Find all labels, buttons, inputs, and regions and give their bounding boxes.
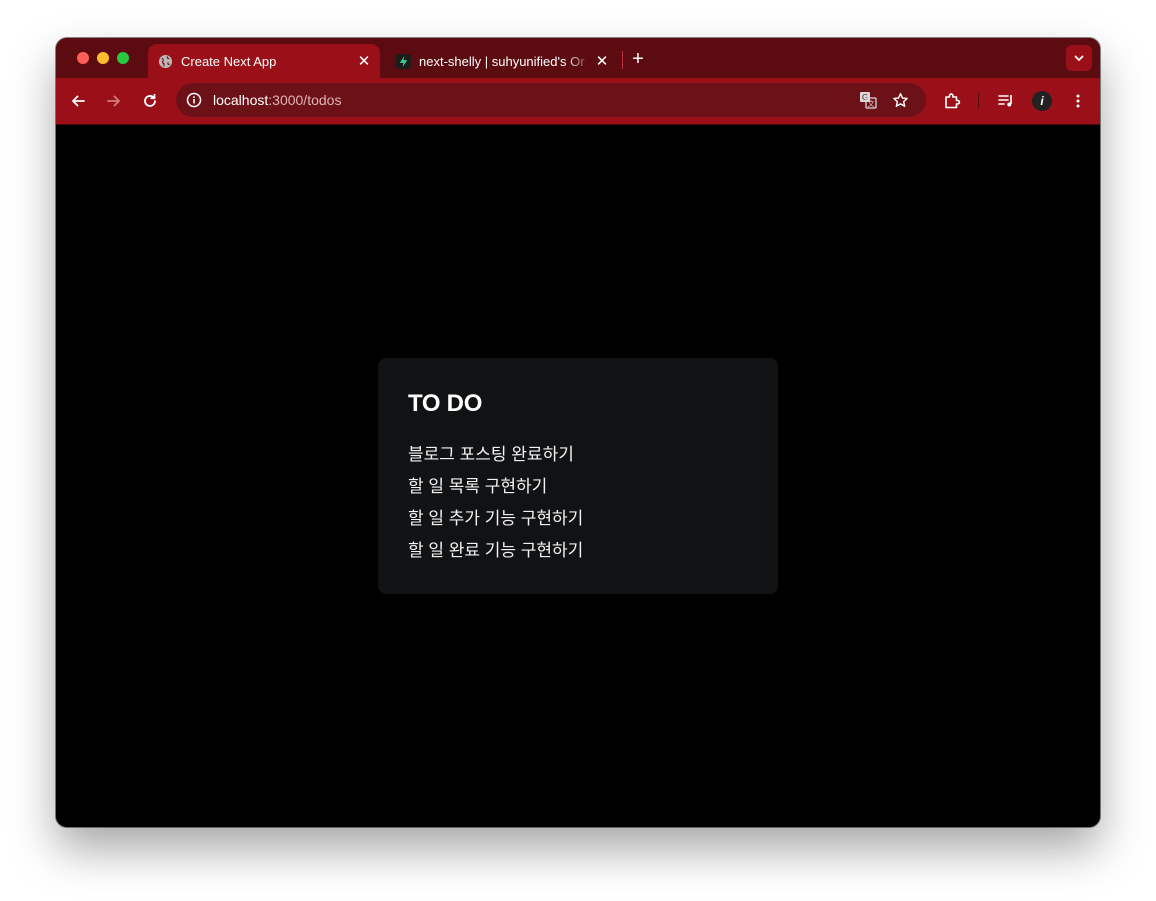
vertical-dots-icon [1076,94,1080,108]
reload-button[interactable] [138,89,162,113]
profile-avatar[interactable]: i [1032,91,1052,111]
more-menu-button[interactable] [1066,89,1090,113]
page-title: TO DO [408,390,483,417]
forward-button[interactable] [102,89,126,113]
page-viewport: TO DO 블로그 포스팅 완료하기 할 일 목록 구현하기 할 일 추가 기능… [56,125,1100,827]
tab-title: Create Next App [181,53,277,69]
url-host: localhost [213,92,269,108]
tab-strip: Create Next App ✕ next-shelly | suhyunif… [56,38,1100,78]
forward-arrow-icon [107,95,120,107]
supabase-icon [395,53,411,69]
browser-window: Create Next App ✕ next-shelly | suhyunif… [56,38,1100,827]
bookmark-star-icon[interactable] [890,90,910,110]
minimize-window-button[interactable] [97,52,109,64]
tab-create-next-app[interactable]: Create Next App ✕ [148,44,380,78]
todo-card: TO DO 블로그 포스팅 완료하기 할 일 목록 구현하기 할 일 추가 기능… [378,358,778,594]
chevron-down-icon [1074,55,1084,61]
tab-title: next-shelly | suhyunified's Or [419,53,585,69]
close-tab-icon[interactable]: ✕ [592,51,612,71]
tab-search-button[interactable] [1066,45,1092,71]
todo-list: 블로그 포스팅 완료하기 할 일 목록 구현하기 할 일 추가 기능 구현하기 … [408,439,583,567]
toolbar-divider [978,93,979,109]
todo-item: 할 일 완료 기능 구현하기 [408,541,584,560]
site-info-icon[interactable] [185,91,203,109]
playlist-music-icon [998,95,1012,107]
globe-icon [157,53,173,69]
translate-icon[interactable]: G文 [858,90,878,110]
svg-text:文: 文 [868,99,875,108]
address-bar[interactable]: localhost:3000/todos G文 [176,83,926,117]
todo-item: 할 일 추가 기능 구현하기 [408,509,584,528]
browser-toolbar: localhost:3000/todos G文 i [56,78,1100,124]
extensions-button[interactable] [940,89,964,113]
url-text: localhost:3000/todos [213,92,341,108]
url-path: :3000/todos [268,92,342,108]
reload-icon [144,93,156,107]
back-arrow-icon [72,95,85,107]
tab-next-shelly[interactable]: next-shelly | suhyunified's Or ✕ [386,44,618,78]
media-controls-button[interactable] [994,89,1018,113]
todo-item: 블로그 포스팅 완료하기 [408,445,574,464]
maximize-window-button[interactable] [117,52,129,64]
todo-item: 할 일 목록 구현하기 [408,477,548,496]
close-window-button[interactable] [77,52,89,64]
close-tab-icon[interactable]: ✕ [354,51,374,71]
tab-separator [622,51,623,69]
puzzle-icon [945,93,961,109]
back-button[interactable] [66,89,90,113]
new-tab-button[interactable]: + [626,47,650,71]
